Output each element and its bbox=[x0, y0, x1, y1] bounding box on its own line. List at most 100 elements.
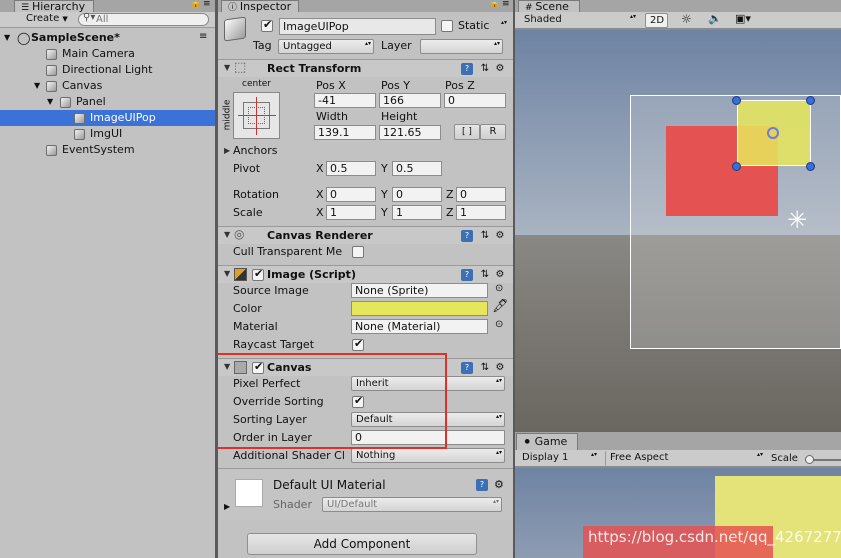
toggle-2d-button[interactable]: 2D bbox=[645, 13, 668, 28]
rect-handle-icon[interactable] bbox=[732, 96, 741, 105]
expand-arrow-icon[interactable]: ▼ bbox=[4, 30, 10, 46]
shader-dropdown[interactable]: UI/Default bbox=[322, 497, 502, 512]
rect-handle-icon[interactable] bbox=[806, 96, 815, 105]
foldout-arrow-icon[interactable]: ▼ bbox=[224, 269, 230, 278]
shading-mode-value: Shaded bbox=[524, 14, 562, 25]
rotation-z-field[interactable]: 0 bbox=[456, 187, 506, 202]
anchors-foldout-arrow-icon[interactable]: ▶ bbox=[224, 146, 230, 155]
object-picker-icon[interactable]: ⊙ bbox=[495, 283, 503, 294]
tag-dropdown[interactable]: Untagged bbox=[278, 39, 374, 54]
lock-icon[interactable]: 🔒 bbox=[190, 0, 201, 9]
scale-x-field[interactable]: 1 bbox=[326, 205, 376, 220]
color-swatch[interactable] bbox=[351, 301, 488, 316]
scene-row[interactable]: ▼ ◯ SampleScene* ≡ bbox=[0, 30, 215, 46]
shading-mode-dropdown[interactable]: Shaded bbox=[520, 13, 638, 28]
foldout-arrow-icon[interactable]: ▼ bbox=[224, 63, 230, 72]
settings-gear-icon[interactable]: ⚙ bbox=[494, 230, 506, 242]
create-dropdown[interactable]: Create ▼ bbox=[22, 12, 71, 27]
display-dropdown[interactable]: Display 1 bbox=[518, 451, 599, 466]
material-field[interactable]: None (Material) bbox=[351, 319, 488, 334]
tree-item-label: Main Camera bbox=[62, 47, 135, 60]
settings-gear-icon[interactable]: ⚙ bbox=[494, 362, 506, 374]
expand-arrow-icon[interactable]: ▼ bbox=[34, 78, 40, 94]
width-field[interactable]: 139.1 bbox=[314, 125, 376, 140]
help-book-icon[interactable]: ? bbox=[461, 269, 473, 281]
object-name-field[interactable]: ImageUIPop bbox=[279, 18, 436, 35]
tree-item-main-camera[interactable]: Main Camera bbox=[0, 46, 215, 62]
material-label: Material bbox=[233, 320, 278, 333]
rotation-y-field[interactable]: 0 bbox=[392, 187, 442, 202]
anchor-preset-button[interactable] bbox=[233, 92, 280, 139]
height-field[interactable]: 121.65 bbox=[379, 125, 441, 140]
blueprint-mode-button[interactable]: [ ] bbox=[454, 124, 480, 140]
help-book-icon[interactable]: ? bbox=[461, 63, 473, 75]
image-enabled-checkbox[interactable] bbox=[252, 267, 264, 281]
raycast-target-checkbox[interactable] bbox=[352, 337, 364, 351]
aspect-dropdown[interactable]: Free Aspect bbox=[605, 451, 765, 466]
scene-audio-icon[interactable]: 🔈 bbox=[708, 12, 722, 25]
scene-lighting-icon[interactable]: ☼ bbox=[681, 12, 692, 26]
tree-item-canvas[interactable]: ▼ Canvas bbox=[0, 78, 215, 94]
pivot-handle-icon[interactable] bbox=[767, 127, 779, 139]
rotation-label: Rotation bbox=[233, 188, 280, 201]
pivot-x-field[interactable]: 0.5 bbox=[326, 161, 376, 176]
scene-menu-icon[interactable]: ≡ bbox=[199, 29, 207, 45]
tree-item-eventsystem[interactable]: EventSystem bbox=[0, 142, 215, 158]
preset-icon[interactable]: ⇅ bbox=[479, 63, 491, 75]
preset-icon[interactable]: ⇅ bbox=[479, 362, 491, 374]
search-input[interactable] bbox=[96, 14, 204, 25]
canvas-renderer-header[interactable]: ▼ ◎ Canvas Renderer ? ⇅ ⚙ bbox=[218, 226, 513, 244]
settings-gear-icon[interactable]: ⚙ bbox=[494, 63, 506, 75]
pos-x-field[interactable]: -41 bbox=[314, 93, 376, 108]
tree-item-directional-light[interactable]: Directional Light bbox=[0, 62, 215, 78]
static-dropdown[interactable] bbox=[496, 19, 509, 34]
image-script-header[interactable]: ▼ Image (Script) ? ⇅ ⚙ bbox=[218, 265, 513, 283]
preset-icon[interactable]: ⇅ bbox=[479, 230, 491, 242]
pos-y-field[interactable]: 166 bbox=[379, 93, 441, 108]
lock-icon[interactable]: 🔒 bbox=[489, 0, 500, 9]
inspector-tab[interactable]: ⓘ Inspector bbox=[221, 0, 299, 13]
scale-slider-thumb[interactable] bbox=[805, 455, 814, 464]
tree-item-imgui[interactable]: ImgUI bbox=[0, 126, 215, 142]
add-component-button[interactable]: Add Component bbox=[247, 533, 477, 555]
tree-item-imageuipop-selected[interactable]: ImageUIPop bbox=[0, 110, 215, 126]
active-checkbox[interactable] bbox=[261, 18, 273, 32]
rect-transform-header[interactable]: ▼ ⬚ Rect Transform ? ⇅ ⚙ bbox=[218, 59, 513, 77]
rect-handle-icon[interactable] bbox=[732, 162, 741, 171]
hierarchy-search[interactable]: ⚲▾ bbox=[78, 12, 209, 26]
game-tab[interactable]: ⚫ Game bbox=[516, 433, 578, 450]
foldout-arrow-icon[interactable]: ▼ bbox=[224, 230, 230, 239]
cull-transparent-checkbox[interactable] bbox=[352, 246, 364, 258]
settings-gear-icon[interactable]: ⚙ bbox=[494, 478, 504, 491]
source-image-field[interactable]: None (Sprite) bbox=[351, 283, 488, 298]
help-book-icon[interactable]: ? bbox=[476, 479, 488, 491]
help-book-icon[interactable]: ? bbox=[461, 230, 473, 242]
scene-tab[interactable]: # Scene bbox=[518, 0, 580, 13]
hierarchy-tab[interactable]: ☰ Hierarchy bbox=[14, 0, 94, 13]
tree-item-panel[interactable]: ▼ Panel bbox=[0, 94, 215, 110]
preset-icon[interactable]: ⇅ bbox=[479, 269, 491, 281]
settings-gear-icon[interactable]: ⚙ bbox=[494, 269, 506, 281]
pos-y-value: 166 bbox=[383, 94, 404, 107]
scale-y-field[interactable]: 1 bbox=[392, 205, 442, 220]
anchors-label[interactable]: Anchors bbox=[233, 144, 278, 157]
pos-z-field[interactable]: 0 bbox=[444, 93, 506, 108]
static-checkbox[interactable] bbox=[441, 20, 453, 32]
panel-menu-icon[interactable]: ≡ bbox=[502, 0, 510, 9]
help-book-icon[interactable]: ? bbox=[461, 362, 473, 374]
panel-menu-icon[interactable]: ≡ bbox=[203, 0, 211, 9]
expand-arrow-icon[interactable]: ▼ bbox=[47, 94, 53, 110]
scale-z-field[interactable]: 1 bbox=[456, 205, 506, 220]
rect-handle-icon[interactable] bbox=[806, 162, 815, 171]
scale-slider[interactable] bbox=[805, 455, 841, 464]
raw-edit-button[interactable]: R bbox=[480, 124, 506, 140]
eyedropper-icon[interactable]: 🖋 bbox=[492, 299, 509, 314]
pivot-y-field[interactable]: 0.5 bbox=[392, 161, 442, 176]
foldout-arrow-icon[interactable]: ▶ bbox=[224, 502, 230, 511]
scene-effects-icon[interactable]: ▣▾ bbox=[735, 12, 751, 25]
object-picker-icon[interactable]: ⊙ bbox=[495, 319, 503, 330]
axis-x-label: X bbox=[316, 188, 324, 201]
layer-dropdown[interactable] bbox=[420, 39, 503, 54]
additional-shader-channels-dropdown[interactable]: Nothing bbox=[351, 448, 505, 463]
rotation-x-field[interactable]: 0 bbox=[326, 187, 376, 202]
